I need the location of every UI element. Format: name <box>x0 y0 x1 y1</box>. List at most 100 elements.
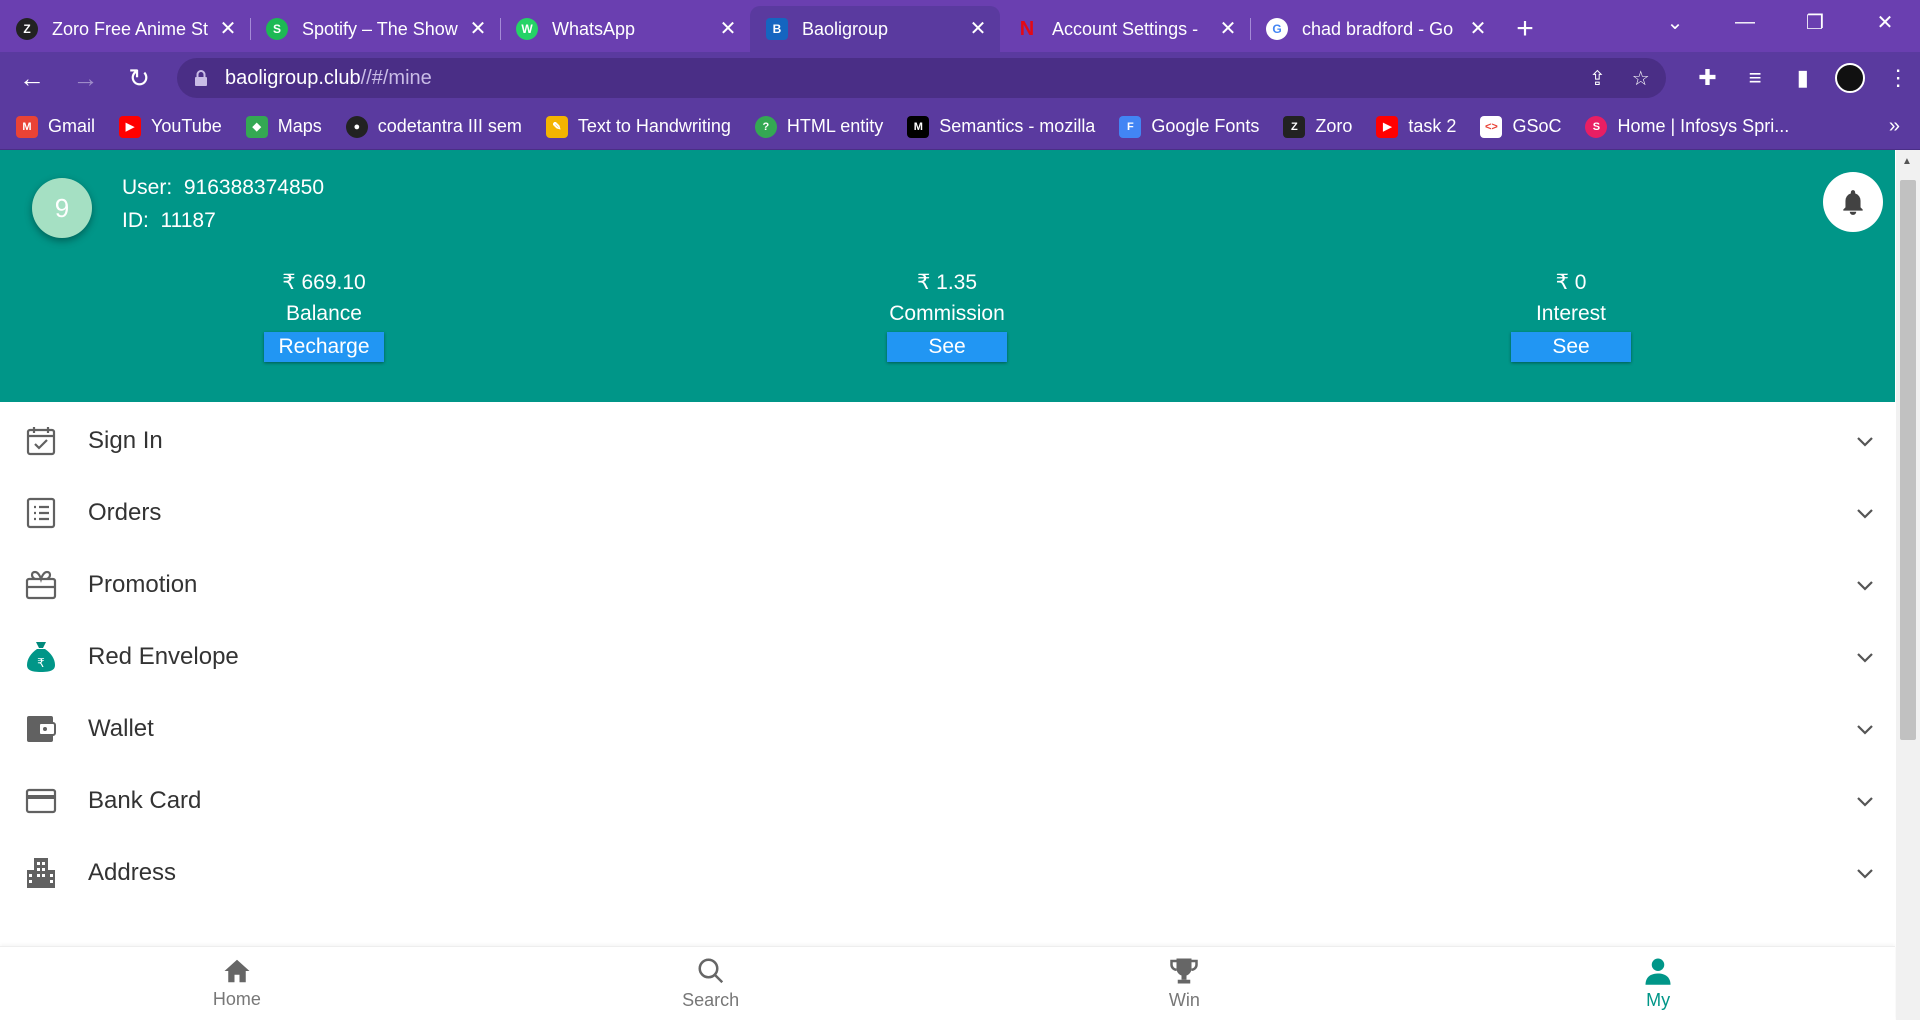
tab-google[interactable]: G chad bradford - Go ✕ <box>1250 6 1500 52</box>
nav-label: My <box>1646 990 1671 1010</box>
extensions-icon[interactable]: ✚ <box>1686 56 1730 100</box>
nav-label: Win <box>1168 990 1200 1010</box>
browser-toolbar: ← → ↻ baoligroup.club//#/mine ⇪ ☆ ✚ ≡ ▮ … <box>0 52 1920 104</box>
bookmark-text-to-handwriting[interactable]: ✎ Text to Handwriting <box>545 115 731 138</box>
tab-whatsapp[interactable]: W WhatsApp ✕ <box>500 6 750 52</box>
balance-amount: ₹ 669.10 <box>282 271 366 294</box>
close-window-icon[interactable]: ✕ <box>1850 0 1920 44</box>
tab-title: WhatsApp <box>552 18 636 39</box>
bookmark-label: task 2 <box>1408 116 1457 136</box>
notification-bell-icon[interactable] <box>1823 172 1883 232</box>
chevron-down-icon <box>1857 725 1873 735</box>
bookmark-label: GSoC <box>1512 116 1562 136</box>
minimize-icon[interactable]: — <box>1710 0 1780 44</box>
menu-item-promotion[interactable]: Promotion <box>0 549 1895 621</box>
bookmark-label: Semantics - mozilla <box>939 116 1096 136</box>
bookmark-codetantra[interactable]: ● codetantra III sem <box>345 115 522 138</box>
window-controls: ⌄ — ❐ ✕ <box>1640 0 1920 44</box>
tab-title: Account Settings - <box>1052 18 1199 39</box>
chevron-down-icon <box>1857 509 1873 519</box>
scroll-up-icon[interactable]: ▲ <box>1902 156 1912 167</box>
media-control-icon[interactable]: ≡ <box>1733 56 1777 100</box>
tab-zoro[interactable]: Z Zoro Free Anime St ✕ <box>0 6 250 52</box>
gmail-icon: M <box>16 115 38 138</box>
nav-my[interactable]: My <box>1421 947 1895 1020</box>
back-icon[interactable]: ← <box>10 56 54 100</box>
tab-search-icon[interactable]: ⌄ <box>1640 0 1710 44</box>
calendar-check-icon <box>24 424 58 458</box>
tab-title: Baoligroup <box>802 18 889 39</box>
menu-item-orders[interactable]: Orders <box>0 477 1895 549</box>
close-tab-icon[interactable]: ✕ <box>1468 19 1488 39</box>
account-header: 9 User: 916388374850 ID: 11187 ₹ 669.10 … <box>0 150 1895 402</box>
nav-search[interactable]: Search <box>474 947 948 1020</box>
new-tab-button[interactable]: + <box>1500 6 1550 52</box>
bookmark-google-fonts[interactable]: F Google Fonts <box>1119 115 1260 138</box>
close-tab-icon[interactable]: ✕ <box>468 19 488 39</box>
menu-label: Bank Card <box>88 787 202 814</box>
pen-icon: ✎ <box>545 115 568 138</box>
tab-title: chad bradford - Go <box>1302 18 1454 39</box>
credit-card-icon <box>24 784 58 818</box>
gsoc-icon: <> <box>1480 115 1503 138</box>
bookmark-label: Google Fonts <box>1151 116 1260 136</box>
bookmark-label: Zoro <box>1315 116 1353 136</box>
address-bar[interactable]: baoligroup.club//#/mine ⇪ ☆ <box>176 58 1666 98</box>
page-scrollbar[interactable]: ▲ <box>1896 150 1920 1020</box>
id-line: ID: 11187 <box>122 209 216 233</box>
see-commission-button[interactable]: See <box>887 332 1007 362</box>
tab-netflix[interactable]: N Account Settings - ✕ <box>1000 6 1250 52</box>
search-icon <box>698 958 723 984</box>
nav-label: Search <box>682 990 740 1010</box>
bookmark-html-entity[interactable]: ? HTML entity <box>754 115 883 138</box>
account-menu: Sign In Orders Promotion ₹ Red Envelope <box>0 402 1895 909</box>
menu-label: Promotion <box>88 571 198 598</box>
bookmark-label: Maps <box>277 116 322 136</box>
person-icon <box>1645 958 1671 985</box>
bookmark-maps[interactable]: ◆ Maps <box>245 115 322 138</box>
reload-icon[interactable]: ↻ <box>117 56 161 100</box>
avatar[interactable]: 9 <box>32 178 92 238</box>
scrollbar-thumb[interactable] <box>1900 180 1916 740</box>
nav-win[interactable]: Win <box>948 947 1422 1020</box>
more-bookmarks-icon[interactable]: » <box>1889 115 1900 138</box>
nav-label: Home <box>212 989 261 1009</box>
wallet-icon <box>24 712 58 746</box>
tab-spotify[interactable]: S Spotify – The Show ✕ <box>250 6 500 52</box>
close-tab-icon[interactable]: ✕ <box>718 19 738 39</box>
bookmark-semantics-mozilla[interactable]: M Semantics - mozilla <box>907 115 1096 138</box>
bookmark-infosys[interactable]: S Home | Infosys Spri... <box>1585 115 1789 138</box>
close-tab-icon[interactable]: ✕ <box>218 19 238 39</box>
maps-icon: ◆ <box>245 115 268 138</box>
youtube-icon: ▶ <box>119 115 142 138</box>
chevron-down-icon <box>1857 437 1873 447</box>
side-panel-icon[interactable]: ▮ <box>1781 56 1825 100</box>
bookmark-zoro[interactable]: Z Zoro <box>1283 115 1353 138</box>
menu-item-wallet[interactable]: Wallet <box>0 693 1895 765</box>
menu-item-red-envelope[interactable]: ₹ Red Envelope <box>0 621 1895 693</box>
bookmark-gmail[interactable]: M Gmail <box>16 115 95 138</box>
tab-baoligroup[interactable]: B Baoligroup ✕ <box>750 6 1000 52</box>
see-interest-button[interactable]: See <box>1511 332 1631 362</box>
profile-avatar[interactable] <box>1829 56 1873 100</box>
restore-icon[interactable]: ❐ <box>1780 0 1850 44</box>
share-icon[interactable]: ⇪ <box>1589 66 1606 91</box>
baoligroup-favicon-icon: B <box>766 18 788 40</box>
menu-item-sign-in[interactable]: Sign In <box>0 405 1895 477</box>
close-tab-icon[interactable]: ✕ <box>1218 19 1238 39</box>
close-tab-icon[interactable]: ✕ <box>968 19 988 39</box>
menu-item-bank-card[interactable]: Bank Card <box>0 765 1895 837</box>
tab-strip: Z Zoro Free Anime St ✕ S Spotify – The S… <box>0 0 1920 52</box>
browser-menu-icon[interactable]: ⋮ <box>1876 56 1920 100</box>
recharge-button[interactable]: Recharge <box>264 332 384 362</box>
nav-home[interactable]: Home <box>0 947 474 1020</box>
forward-icon[interactable]: → <box>64 56 108 100</box>
bookmark-youtube[interactable]: ▶ YouTube <box>119 115 222 138</box>
id-label: ID: <box>122 209 149 232</box>
bookmark-star-icon[interactable]: ☆ <box>1632 66 1650 91</box>
bookmark-task-2[interactable]: ▶ task 2 <box>1376 115 1457 138</box>
bookmark-label: Text to Handwriting <box>577 116 731 136</box>
menu-item-address[interactable]: Address <box>0 837 1895 909</box>
bookmark-gsoc[interactable]: <> GSoC <box>1480 115 1562 138</box>
user-label: User: <box>122 176 173 199</box>
